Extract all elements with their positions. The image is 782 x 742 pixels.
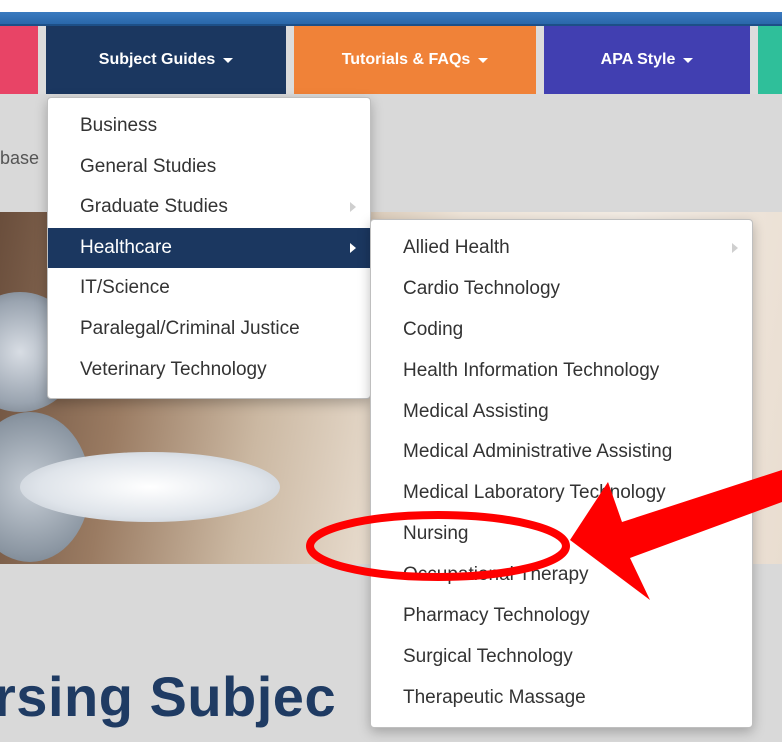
menu-item-label: Cardio Technology [403, 277, 561, 299]
healthcare-submenu: Allied Health Cardio Technology Coding H… [370, 219, 753, 728]
caret-down-icon [478, 57, 489, 63]
menu-item-label: Medical Administrative Assisting [403, 441, 673, 463]
menu-item-surgical-technology[interactable]: Surgical Technology [371, 637, 752, 678]
menu-item-label: Pharmacy Technology [403, 605, 590, 627]
menu-item-label: General Studies [80, 155, 217, 177]
menu-item-pharmacy-technology[interactable]: Pharmacy Technology [371, 596, 752, 637]
menu-item-business[interactable]: Business [48, 106, 370, 147]
menu-item-label: Therapeutic Massage [403, 686, 586, 708]
menu-item-healthcare[interactable]: Healthcare [48, 227, 370, 269]
top-blue-strip [0, 12, 782, 26]
menu-item-allied-health[interactable]: Allied Health [371, 228, 752, 269]
nav-tab-apa-style-label: APA Style [600, 51, 676, 68]
menu-item-label: Occupational Therapy [403, 564, 589, 586]
menu-item-label: Medical Assisting [403, 400, 549, 422]
menu-item-label: Business [80, 115, 158, 136]
menu-item-label: Healthcare [80, 236, 172, 258]
menu-item-medical-administrative-assisting[interactable]: Medical Administrative Assisting [371, 432, 752, 473]
menu-item-therapeutic-massage[interactable]: Therapeutic Massage [371, 678, 752, 719]
breadcrumb[interactable]: base [0, 148, 39, 169]
nav-tab-tutorials-faqs[interactable]: Tutorials & FAQs [294, 26, 536, 94]
menu-item-label: Paralegal/Criminal Justice [80, 317, 300, 339]
caret-down-icon [683, 57, 694, 63]
menu-item-cardio-technology[interactable]: Cardio Technology [371, 269, 752, 310]
caret-right-icon [350, 202, 356, 213]
page-title: rsing Subjec [0, 665, 337, 728]
menu-item-medical-assisting[interactable]: Medical Assisting [371, 392, 752, 433]
menu-item-label: Nursing [403, 523, 469, 545]
stethoscope-image-part [20, 452, 280, 522]
menu-item-label: Health Information Technology [403, 359, 660, 381]
nav-tab-next[interactable] [758, 26, 782, 94]
nav-tab-previous[interactable] [0, 26, 38, 94]
menu-item-paralegal-criminal-justice[interactable]: Paralegal/Criminal Justice [48, 309, 370, 350]
menu-item-label: Veterinary Technology [80, 358, 267, 380]
menu-item-it-science[interactable]: IT/Science [48, 268, 370, 309]
caret-right-icon [732, 243, 738, 253]
nav-tab-tutorials-faqs-label: Tutorials & FAQs [341, 51, 471, 68]
nav-tab-apa-style[interactable]: APA Style [544, 26, 750, 94]
menu-item-medical-laboratory-technology[interactable]: Medical Laboratory Technology [371, 473, 752, 514]
caret-down-icon [223, 57, 234, 63]
menu-item-label: IT/Science [80, 277, 170, 299]
menu-item-label: Graduate Studies [80, 196, 228, 218]
menu-item-label: Surgical Technology [403, 645, 573, 667]
menu-item-label: Coding [403, 318, 464, 340]
main-nav: Subject Guides Tutorials & FAQs APA Styl… [0, 26, 782, 94]
menu-item-veterinary-technology[interactable]: Veterinary Technology [48, 350, 370, 391]
menu-item-general-studies[interactable]: General Studies [48, 147, 370, 188]
nav-tab-subject-guides[interactable]: Subject Guides [46, 26, 286, 94]
menu-item-coding[interactable]: Coding [371, 310, 752, 351]
menu-item-occupational-therapy[interactable]: Occupational Therapy [371, 555, 752, 596]
menu-item-health-information-technology[interactable]: Health Information Technology [371, 351, 752, 392]
menu-item-label: Allied Health [403, 237, 510, 258]
menu-item-graduate-studies[interactable]: Graduate Studies [48, 187, 370, 228]
subject-guides-dropdown: Business General Studies Graduate Studie… [47, 97, 371, 400]
nav-tab-subject-guides-label: Subject Guides [98, 51, 216, 68]
menu-item-label: Medical Laboratory Technology [403, 482, 666, 504]
caret-right-icon [350, 242, 356, 253]
menu-item-nursing[interactable]: Nursing [371, 514, 752, 555]
top-white-strip [0, 0, 782, 12]
